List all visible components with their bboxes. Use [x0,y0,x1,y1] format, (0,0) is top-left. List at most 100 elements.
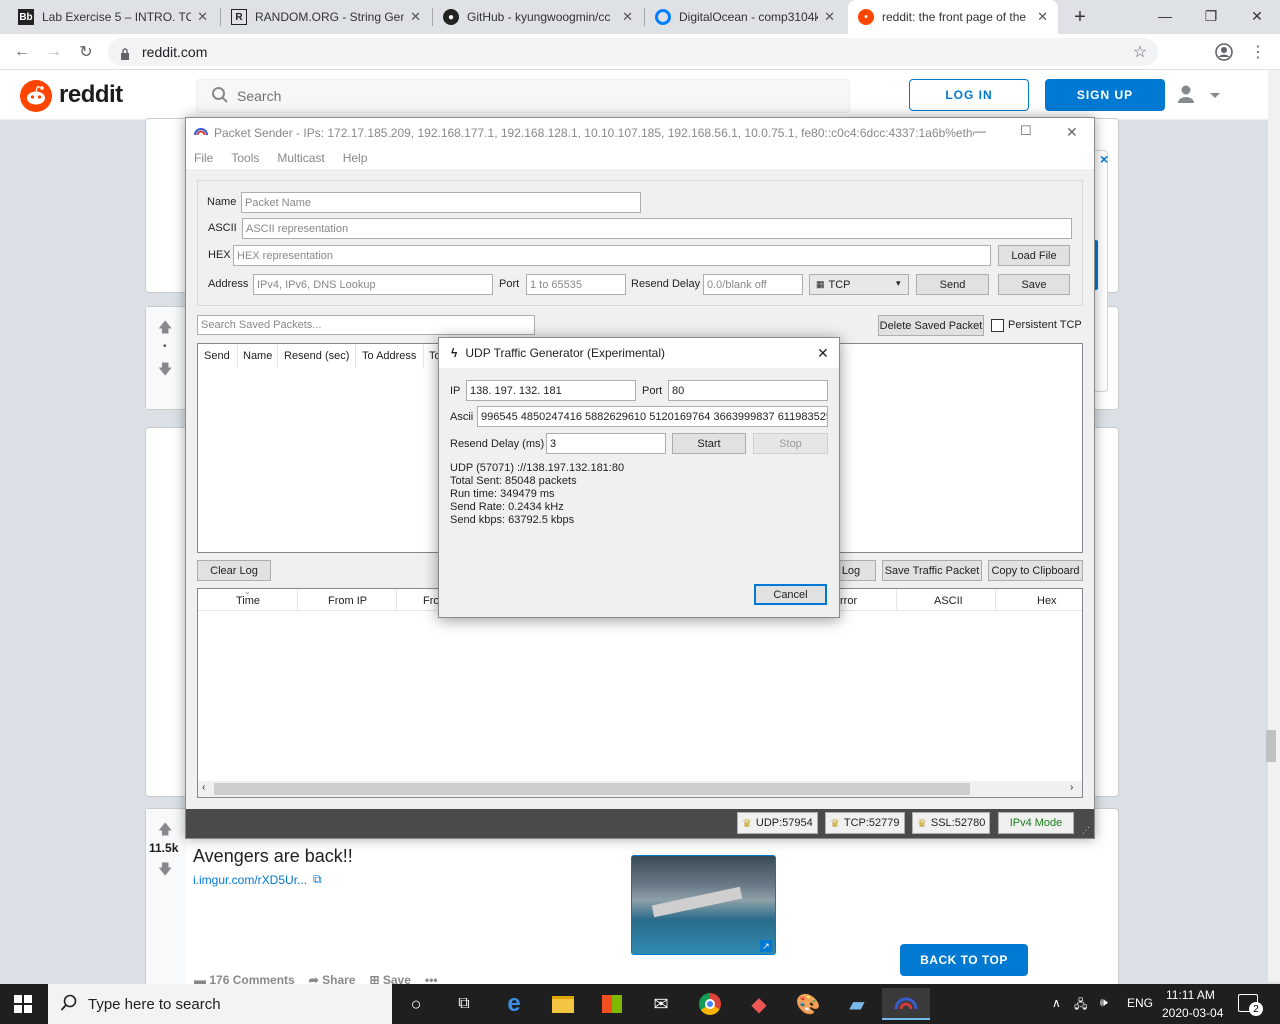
ipv4-mode-badge[interactable]: IPv4 Mode [998,812,1074,834]
network-icon[interactable]: 🖧 [1074,995,1087,1016]
ascii-input[interactable]: ASCII representation [242,218,1072,239]
reload-icon[interactable]: ↻ [74,40,98,64]
upvote-icon[interactable]: 🡅 [158,317,172,341]
close-tab-icon[interactable]: ✕ [197,9,208,25]
udp-port-badge[interactable]: ♛ UDP:57954 [737,812,818,834]
signup-button[interactable]: SIGN UP [1045,79,1165,111]
traffic-log-table[interactable]: ⌄ Time From IP Fro rror ASCII Hex ‹ › [197,587,1083,798]
packet-sender-taskbar-icon[interactable] [882,988,930,1020]
column-error[interactable]: rror [840,595,857,607]
downvote-icon[interactable]: 🡇 [158,859,172,883]
chrome-icon[interactable] [686,988,734,1020]
copy-to-clipboard-button[interactable]: Copy to Clipboard [988,560,1083,581]
browser-menu-icon[interactable]: ⋮ [1246,40,1270,64]
windows-start-icon[interactable] [14,995,32,1016]
file-explorer-icon[interactable] [539,988,587,1020]
packet-name-input[interactable]: Packet Name [241,192,641,213]
clock-time[interactable]: 11:11 AM [1166,988,1215,1002]
column-from-ip[interactable]: From IP [328,595,367,607]
cortana-icon[interactable]: ○ [392,988,440,1020]
post-thumbnail[interactable]: ↗ [631,855,776,955]
paint-icon[interactable]: 🎨 [784,988,832,1020]
volume-icon[interactable]: 🕪 [1100,995,1108,1010]
language-indicator[interactable]: ENG [1127,996,1153,1010]
minimize-icon[interactable]: — [974,124,986,138]
tcp-port-badge[interactable]: ♛ TCP:52779 [825,812,905,834]
user-menu-icon[interactable] [1176,84,1220,109]
post-link[interactable]: i.imgur.com/rXD5Ur... ⧉ [193,872,322,887]
downvote-icon[interactable]: 🡇 [158,359,172,383]
udp-port-input[interactable]: 80 [668,380,828,401]
menu-tools[interactable]: Tools [231,151,259,165]
back-icon[interactable]: ← [10,40,34,64]
start-button[interactable]: Start [672,433,746,454]
load-file-button[interactable]: Load File [998,245,1070,266]
close-icon[interactable]: ✕ [1066,124,1078,141]
tab-lab-exercise[interactable]: Bb Lab Exercise 5 – INTRO. TO ✕ [8,0,218,34]
login-button[interactable]: LOG IN [909,79,1029,111]
column-time[interactable]: Time [236,595,260,607]
notepad-icon[interactable]: ▰ [833,988,881,1020]
upvote-icon[interactable]: 🡅 [158,819,172,843]
delete-saved-packet-button[interactable]: Delete Saved Packet [878,315,984,336]
tab-github[interactable]: ● GitHub - kyungwoogmin/cc ✕ [433,0,643,34]
column-to-address[interactable]: To Address [362,350,416,362]
persistent-tcp-checkbox[interactable] [991,319,1004,332]
show-hidden-icons-icon[interactable]: ∧ [1052,996,1061,1010]
forward-icon[interactable]: → [42,40,66,64]
git-icon[interactable]: ◆ [735,988,783,1020]
resize-grip-icon[interactable]: ⋰ [1082,826,1090,835]
reddit-wordmark[interactable]: reddit [59,81,123,109]
new-tab-button[interactable]: + [1068,5,1092,29]
close-icon[interactable]: ✕ [817,345,829,362]
save-button[interactable]: Save [998,274,1070,295]
udp-ascii-input[interactable]: 996545 4850247416 5882629610 5120169764 … [477,406,828,427]
close-tab-icon[interactable]: ✕ [410,9,421,25]
udp-ip-input[interactable]: 138. 197. 132. 181 [466,380,636,401]
port-input[interactable]: 1 to 65535 [526,274,626,295]
address-bar[interactable]: reddit.com [108,38,1158,66]
taskbar-search-box[interactable]: Type here to search [48,984,392,1024]
mail-icon[interactable]: ✉ [637,988,685,1020]
bookmark-star-icon[interactable]: ☆ [1128,40,1152,64]
close-tab-icon[interactable]: ✕ [824,9,835,25]
thumbnail-expand-icon[interactable]: ↗ [760,940,772,952]
tab-reddit[interactable]: • reddit: the front page of the ✕ [848,0,1058,34]
close-window-icon[interactable]: ✕ [1234,0,1280,32]
ad-close-icon[interactable]: × [1100,151,1108,167]
address-input[interactable]: IPv4, IPv6, DNS Lookup [253,274,493,295]
column-hex[interactable]: Hex [1037,595,1057,607]
stop-button[interactable]: Stop [753,433,828,454]
send-button[interactable]: Send [916,274,989,295]
search-saved-packets-input[interactable]: Search Saved Packets... [197,315,535,335]
menu-file[interactable]: File [194,151,213,165]
hex-input[interactable]: HEX representation [233,245,991,266]
ssl-port-badge[interactable]: ♛ SSL:52780 [912,812,991,834]
reddit-search-input[interactable]: Search [196,79,850,113]
column-resend[interactable]: Resend (sec) [284,350,349,362]
column-name[interactable]: Name [243,350,272,362]
reddit-logo-icon[interactable] [20,80,52,112]
scroll-left-icon[interactable]: ‹ [202,782,205,793]
back-to-top-button[interactable]: BACK TO TOP [900,944,1028,976]
menu-help[interactable]: Help [343,151,368,165]
close-tab-icon[interactable]: ✕ [622,9,633,25]
clear-log-button[interactable]: Clear Log [197,560,271,581]
packet-sender-titlebar[interactable]: Packet Sender - IPs: 172.17.185.209, 192… [186,118,1094,147]
clock-date[interactable]: 2020-03-04 [1162,1006,1223,1020]
save-traffic-packet-button[interactable]: Save Traffic Packet [882,560,982,581]
post-title[interactable]: Avengers are back!! [193,846,353,867]
minimize-icon[interactable]: — [1142,0,1188,32]
column-send[interactable]: Send [204,350,230,362]
udp-dialog-titlebar[interactable]: ϟ UDP Traffic Generator (Experimental) ✕ [439,338,839,368]
profile-icon[interactable] [1212,40,1236,64]
page-scrollbar[interactable] [1268,70,1280,982]
tab-random-org[interactable]: R RANDOM.ORG - String Gen ✕ [221,0,431,34]
horizontal-scrollbar-thumb[interactable] [214,783,970,795]
store-icon[interactable] [588,988,636,1020]
task-view-icon[interactable]: ⧉ [440,988,488,1020]
tab-digitalocean[interactable]: DigitalOcean - comp3104k ✕ [645,0,845,34]
horizontal-scrollbar[interactable]: ‹ › [198,781,1082,797]
column-ascii[interactable]: ASCII [934,595,963,607]
maximize-icon[interactable]: ☐ [1020,123,1032,139]
